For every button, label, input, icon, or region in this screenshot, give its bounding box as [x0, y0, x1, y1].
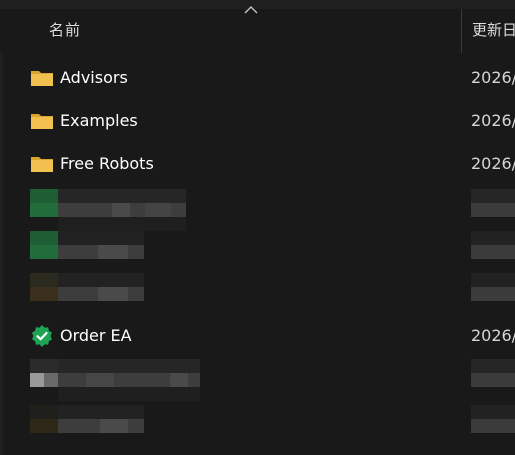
folder-icon — [31, 157, 53, 172]
verified-badge-icon — [32, 325, 52, 347]
file-name[interactable]: Advisors — [60, 68, 128, 87]
column-header-name[interactable]: 名前 — [49, 19, 81, 40]
file-row-order-ea[interactable]: Order EA 2026/ — [0, 316, 515, 358]
folder-icon — [31, 71, 53, 86]
column-header-date-modified[interactable]: 更新日 — [472, 19, 515, 40]
file-date-modified: 2026/ — [471, 326, 515, 345]
file-date-modified: 2026/ — [471, 111, 515, 130]
file-row-free-robots[interactable]: Free Robots 2026/ — [0, 144, 515, 186]
file-date-modified: 2026/ — [471, 68, 515, 87]
file-row-advisors[interactable]: Advisors 2026/ — [0, 58, 515, 100]
folder-icon — [31, 114, 53, 129]
file-name[interactable]: Examples — [60, 111, 138, 130]
file-row-examples[interactable]: Examples 2026/ — [0, 101, 515, 143]
file-date-modified: 2026/ — [471, 154, 515, 173]
file-name[interactable]: Free Robots — [60, 154, 154, 173]
column-header-row: 名前 更新日 — [0, 9, 515, 53]
column-divider[interactable] — [461, 9, 462, 53]
file-name[interactable]: Order EA — [60, 326, 132, 345]
